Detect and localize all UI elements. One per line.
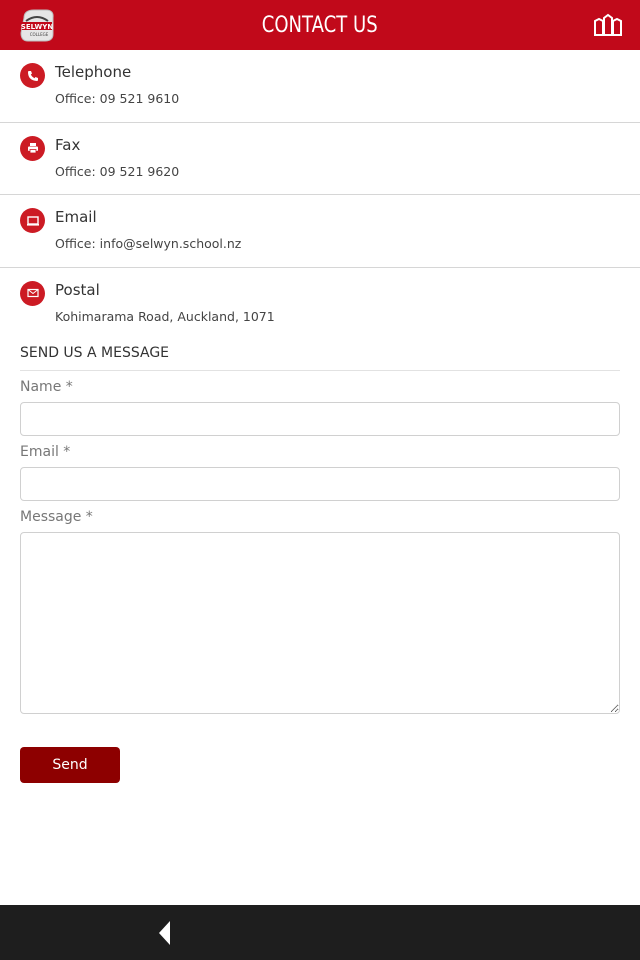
contact-label: Fax	[55, 135, 81, 154]
app-header: SELWYN COLLEGE CONTACT US	[0, 0, 640, 50]
contact-label: Postal	[55, 280, 100, 299]
contact-value[interactable]: Office: info@selwyn.school.nz	[55, 236, 241, 251]
send-button[interactable]: Send	[20, 747, 120, 783]
back-triangle-icon	[159, 921, 170, 945]
name-input[interactable]	[20, 402, 620, 436]
name-label: Name *	[20, 379, 73, 395]
contact-item-email[interactable]: Email Office: info@selwyn.school.nz	[0, 195, 640, 268]
contact-value: Kohimarama Road, Auckland, 1071	[55, 308, 275, 324]
printer-icon	[20, 135, 45, 161]
logo-subtext: COLLEGE	[30, 32, 49, 37]
message-form: SEND US A MESSAGE Name * Email * Message…	[20, 345, 620, 714]
email-label: Email *	[20, 444, 71, 460]
contact-label: Email	[55, 208, 97, 226]
campus-buildings-icon[interactable]	[594, 13, 622, 37]
contact-item-postal[interactable]: Postal Kohimarama Road, Auckland, 1071	[0, 268, 640, 341]
message-label: Message *	[20, 509, 93, 525]
bottom-nav-bar	[0, 905, 640, 960]
logo-text: SELWYN	[21, 23, 54, 31]
contact-label: Telephone	[55, 63, 132, 81]
phone-icon	[20, 63, 45, 88]
contact-item-fax[interactable]: Fax Office: 09 521 9620	[0, 123, 640, 195]
email-input[interactable]	[20, 467, 620, 501]
form-heading: SEND US A MESSAGE	[20, 345, 620, 371]
contact-list: Telephone Office: 09 521 9610 Fax Office…	[0, 50, 640, 340]
back-button[interactable]	[150, 917, 180, 949]
laptop-icon	[20, 208, 45, 233]
page-title: CONTACT US	[262, 12, 378, 38]
school-logo[interactable]: SELWYN COLLEGE	[18, 6, 56, 44]
contact-value[interactable]: Office: 09 521 9620	[55, 164, 179, 179]
contact-value[interactable]: Office: 09 521 9610	[55, 91, 179, 106]
message-textarea[interactable]	[20, 532, 620, 714]
contact-item-telephone[interactable]: Telephone Office: 09 521 9610	[0, 50, 640, 123]
envelope-icon	[20, 280, 45, 306]
